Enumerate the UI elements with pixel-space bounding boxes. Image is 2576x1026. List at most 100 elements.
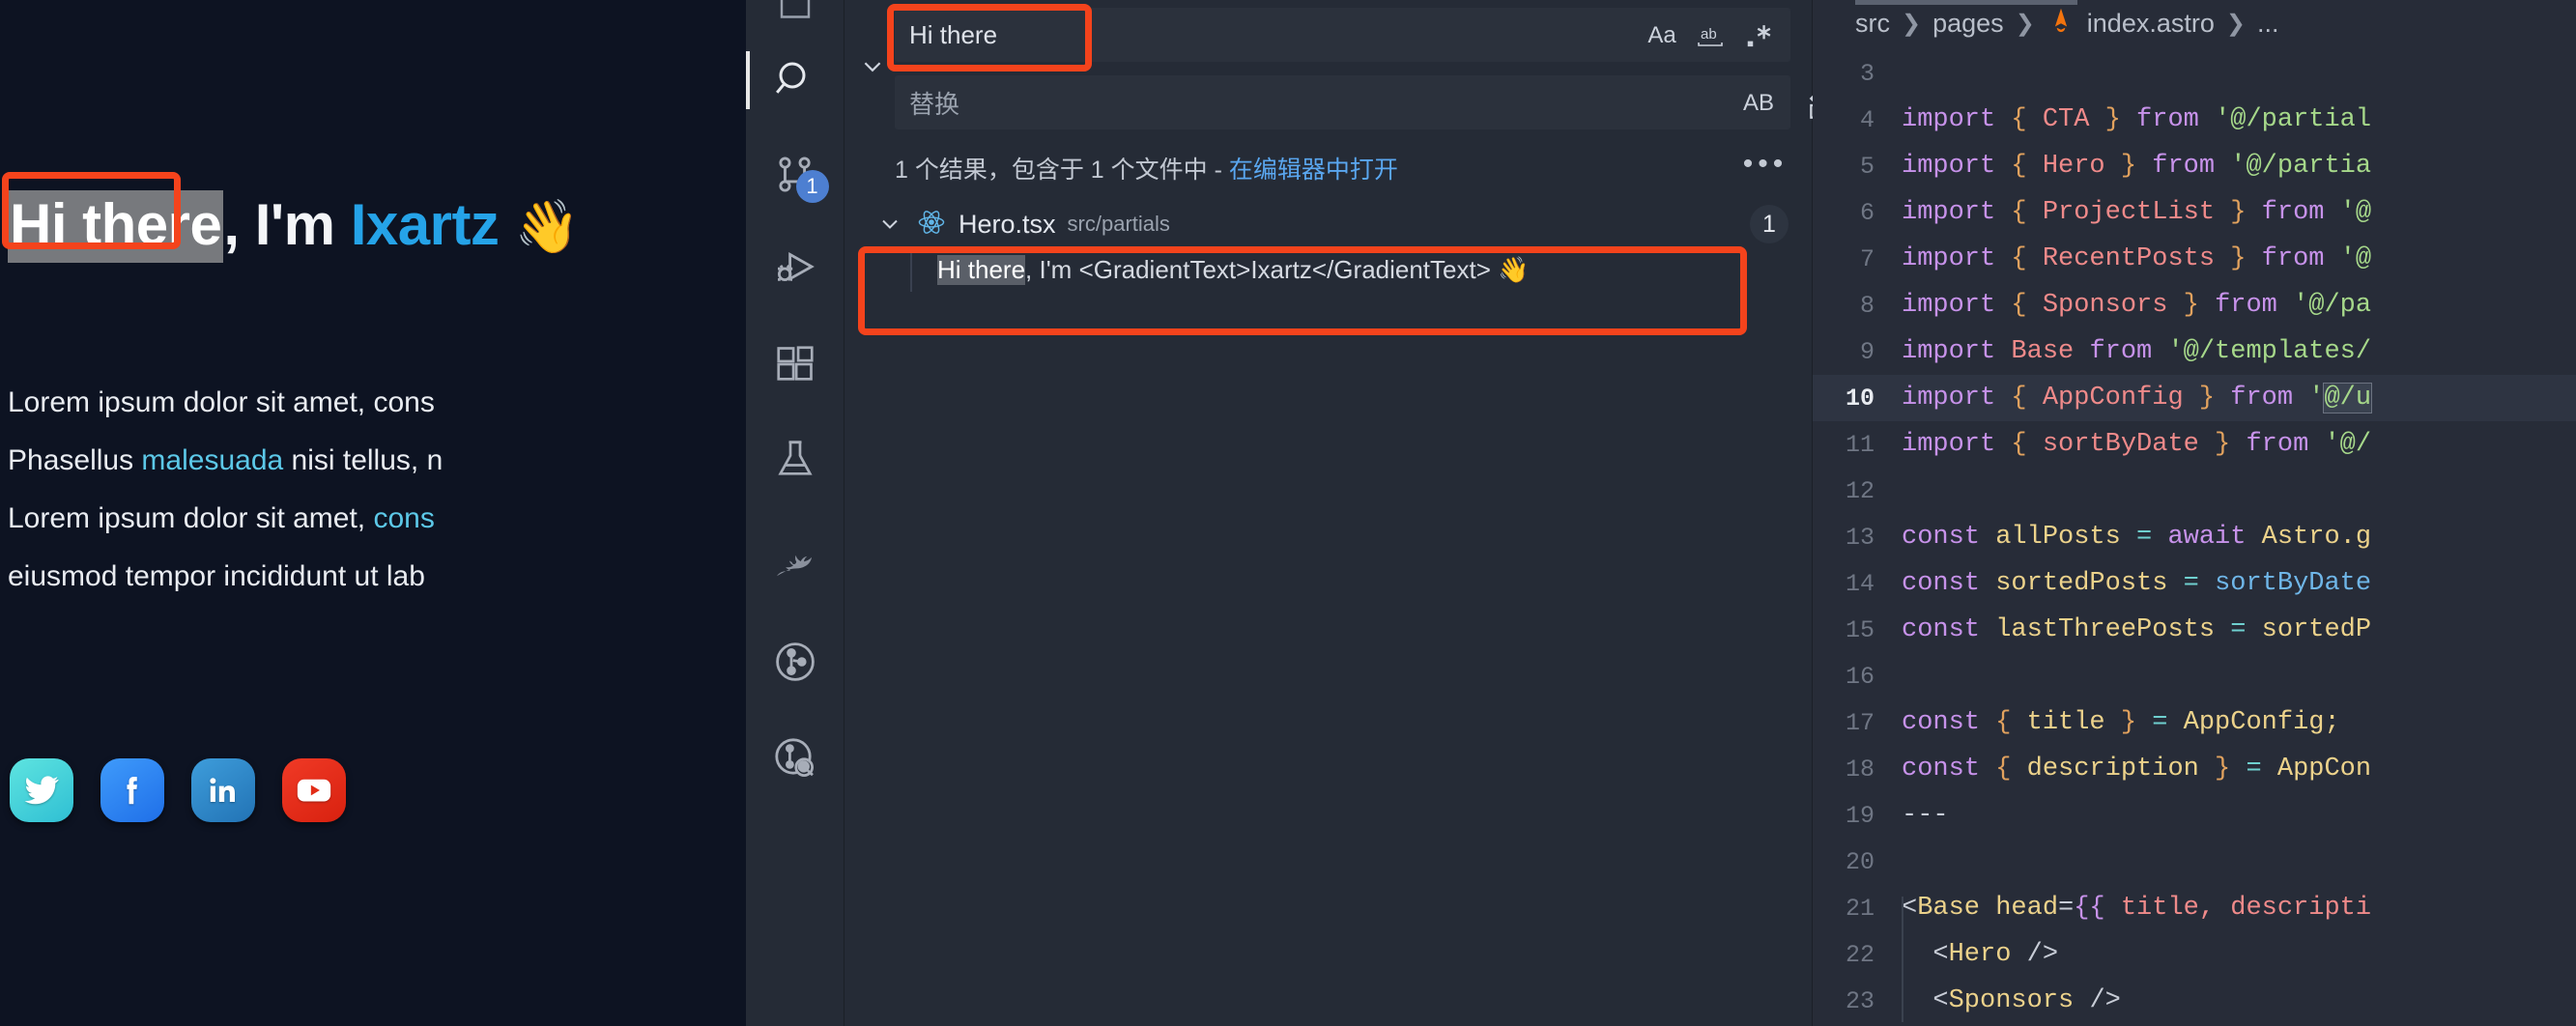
code-line[interactable]: 20 — [1813, 839, 2576, 885]
line-number: 8 — [1859, 291, 1875, 320]
sidebar-item-run-debug[interactable] — [746, 234, 844, 305]
code-token: '@/pa — [2293, 291, 2372, 320]
paragraph-text: Lorem ipsum dolor sit amet, — [8, 502, 374, 534]
code-token: @/u — [2323, 383, 2373, 413]
code-text: const lastThreePosts = sortedP — [1902, 615, 2576, 644]
code-token: } — [2215, 244, 2262, 273]
use-regex-toggle[interactable] — [1737, 14, 1780, 57]
code-line[interactable]: 23 <Sponsors /> — [1813, 978, 2576, 1024]
code-token: allPosts — [1995, 523, 2137, 552]
twitter-icon[interactable] — [10, 758, 73, 822]
code-line[interactable]: 16 — [1813, 653, 2576, 699]
editor-horizontal-scrollbar[interactable] — [1855, 0, 2077, 5]
code-line[interactable]: 12 — [1813, 468, 2576, 514]
line-number: 3 — [1859, 59, 1875, 88]
paragraph-text: eiusmod tempor incididunt ut lab — [8, 560, 425, 592]
react-icon — [916, 207, 947, 242]
result-file-path: src/partials — [1067, 212, 1170, 236]
code-token: } — [2183, 384, 2231, 413]
preserve-case-toggle[interactable]: AB — [1737, 82, 1780, 125]
code-line[interactable]: 4 import { CTA } from '@/partial — [1813, 97, 2576, 143]
sidebar-item-extensions[interactable] — [746, 328, 844, 400]
activity-bar: 1 — [745, 0, 844, 1026]
code-token: { — [2011, 152, 2043, 181]
code-token: const — [1902, 523, 1996, 552]
code-line[interactable]: 17 const { title } = AppConfig; — [1813, 699, 2576, 746]
result-match-context: , I'm <GradientText>Ixartz</GradientText… — [1025, 254, 1530, 284]
code-line[interactable]: 3 — [1813, 50, 2576, 97]
code-line[interactable]: 10 import { AppConfig } from '@/u — [1813, 375, 2576, 421]
code-token: from — [2246, 430, 2325, 459]
search-result-match-row[interactable]: Hi there, I'm <GradientText>Ixartz</Grad… — [844, 247, 1812, 292]
facebook-icon[interactable] — [100, 758, 164, 822]
code-token: import — [1902, 337, 2012, 366]
code-lines[interactable]: 3 4 import { CTA } from '@/partial 5 import … — [1813, 46, 2576, 1026]
sidebar-item-gitlens[interactable] — [746, 626, 844, 698]
code-text: const allPosts = await Astro.g — [1902, 523, 2576, 552]
code-token: sortedPosts — [1995, 569, 2184, 598]
code-token: title, descripti — [2120, 894, 2372, 923]
code-token: '@/partial — [2215, 105, 2372, 134]
search-more-actions-icon[interactable]: ••• — [1743, 147, 1787, 182]
code-line[interactable]: 9 import Base from '@/templates/ — [1813, 328, 2576, 375]
breadcrumb-item-pages[interactable]: pages — [1932, 9, 2004, 39]
search-input-row[interactable]: Hi there Aa ab — [895, 8, 1790, 62]
code-line[interactable]: 11 import { sortByDate } from '@/ — [1813, 421, 2576, 468]
breadcrumb-separator-icon: ❯ — [1902, 10, 1922, 37]
code-token: from — [2230, 384, 2309, 413]
search-panel: Hi there Aa ab 替换 AB ••• 1 个结果，包含于 1 个文件… — [844, 0, 1841, 1026]
replace-input-row[interactable]: 替换 AB ab ac — [895, 75, 1841, 129]
result-expand-chevron-down-icon[interactable] — [875, 213, 904, 236]
breadcrumb-item-src[interactable]: src — [1855, 9, 1890, 39]
search-input[interactable]: Hi there — [909, 20, 997, 50]
code-line[interactable]: 21 <Base head={{ title, descripti — [1813, 885, 2576, 931]
linkedin-icon[interactable] — [191, 758, 255, 822]
code-token: Base — [2011, 337, 2090, 366]
code-token: /> — [2089, 986, 2121, 1015]
sidebar-item-hurl[interactable] — [746, 529, 844, 601]
code-line[interactable]: 7 import { RecentPosts } from '@ — [1813, 236, 2576, 282]
match-whole-word-toggle[interactable]: ab — [1689, 14, 1732, 57]
code-token: from — [2089, 337, 2168, 366]
breadcrumb-item-file[interactable]: index.astro — [2087, 9, 2215, 39]
code-token: { — [2011, 244, 2043, 273]
breadcrumb-item-symbol[interactable]: ... — [2257, 9, 2279, 39]
code-line[interactable]: 5 import { Hero } from '@/partia — [1813, 143, 2576, 189]
browser-preview-pane: Hi there, I'm Ixartz 👋 Lorem ipsum dolor… — [0, 0, 746, 1026]
svg-text:ab: ab — [1701, 26, 1717, 43]
match-case-toggle[interactable]: Aa — [1641, 14, 1683, 57]
sidebar-item-search[interactable] — [745, 44, 844, 116]
toggle-replace-chevron-down-icon[interactable] — [856, 50, 889, 83]
search-status-text: 1 个结果，包含于 1 个文件中 - 在编辑器中打开 — [895, 151, 1812, 185]
code-line[interactable]: 22 <Hero /> — [1813, 931, 2576, 978]
code-line[interactable]: 15 const lastThreePosts = sortedP — [1813, 607, 2576, 653]
youtube-icon[interactable] — [282, 758, 346, 822]
sidebar-item-gitlens-inspect[interactable] — [746, 723, 844, 794]
code-line[interactable]: 6 import { ProjectList } from '@ — [1813, 189, 2576, 236]
code-token: { — [1995, 755, 2027, 784]
code-token: '@/templates/ — [2167, 337, 2372, 366]
replace-input[interactable]: 替换 — [909, 85, 959, 121]
code-token: await — [2167, 523, 2262, 552]
line-number: 10 — [1845, 384, 1875, 413]
code-token: Hero — [2042, 152, 2105, 181]
search-result-file-row[interactable]: Hero.tsx src/partials 1 — [844, 201, 1812, 247]
code-token: CTA — [2042, 105, 2090, 134]
code-line[interactable]: 14 const sortedPosts = sortByDate — [1813, 560, 2576, 607]
open-in-editor-link[interactable]: 在编辑器中打开 — [1229, 157, 1398, 184]
code-token: = — [2058, 894, 2075, 923]
code-line[interactable]: 19 --- — [1813, 792, 2576, 839]
sidebar-item-testing[interactable] — [746, 423, 844, 495]
sidebar-item-explorer[interactable] — [746, 0, 844, 27]
code-text: import { CTA } from '@/partial — [1902, 105, 2576, 134]
code-token: '@/ — [2324, 430, 2372, 459]
code-line[interactable]: 8 import { Sponsors } from '@/pa — [1813, 282, 2576, 328]
code-line[interactable]: 18 const { description } = AppCon — [1813, 746, 2576, 792]
code-token: sortedP — [2261, 615, 2372, 644]
sidebar-item-source-control[interactable]: 1 — [746, 139, 844, 211]
search-options: Aa ab — [1641, 9, 1780, 63]
code-line[interactable]: 13 const allPosts = await Astro.g — [1813, 514, 2576, 560]
code-token: = — [2230, 615, 2262, 644]
code-token: Sponsors — [1948, 986, 2090, 1015]
code-token: import — [1902, 198, 2012, 227]
